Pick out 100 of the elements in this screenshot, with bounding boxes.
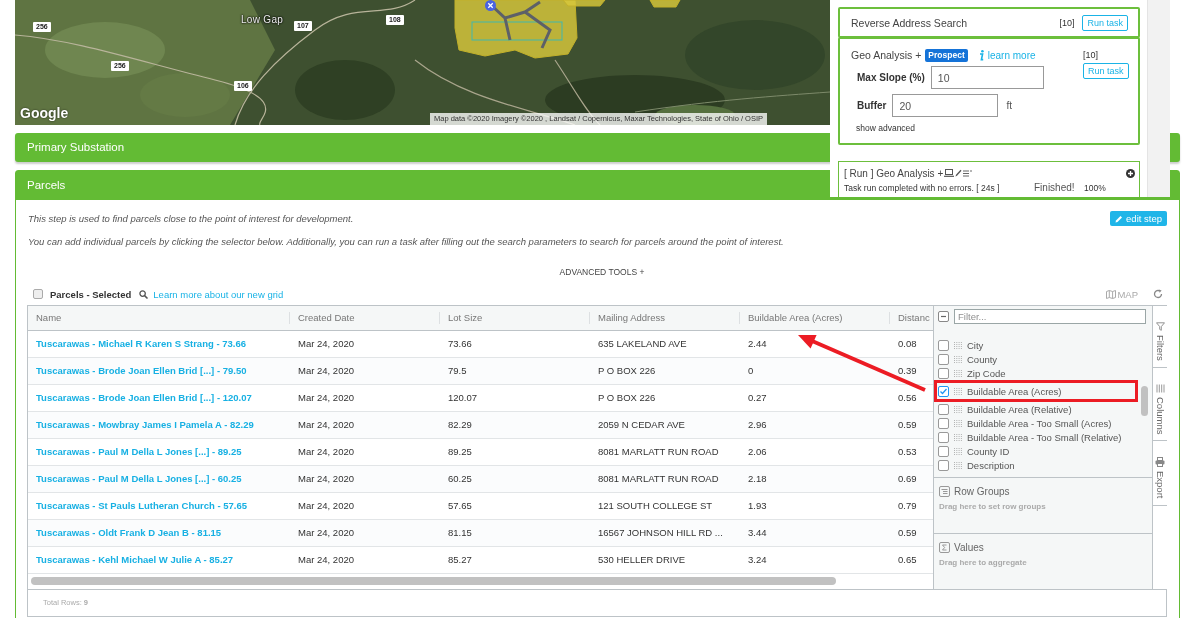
table-cell: 635 LAKELAND AVE xyxy=(598,338,687,349)
scrollbar-thumb[interactable] xyxy=(1141,386,1148,416)
parcel-name-link[interactable]: Tuscarawas - Kehl Michael W Julie A - 85.27 xyxy=(36,554,234,565)
table-cell: 0.59 xyxy=(898,419,917,430)
column-checkbox[interactable] xyxy=(938,339,949,351)
table-cell: 81.15 xyxy=(448,527,472,538)
run-task-button[interactable]: Run task xyxy=(1082,14,1128,31)
column-header[interactable]: Buildable Area (Acres) xyxy=(740,306,890,330)
column-name[interactable]: Buildable Area - Too Small (Relative) xyxy=(967,431,1122,443)
table-cell: 0.56 xyxy=(898,392,917,403)
column-header[interactable]: Name xyxy=(28,306,290,330)
table-cell: 2059 N CEDAR AVE xyxy=(598,419,685,430)
table-cell: 0.79 xyxy=(898,500,917,511)
column-name[interactable]: Buildable Area (Relative) xyxy=(967,403,1072,415)
drop-zone-hint: Drag here to set row groups xyxy=(939,502,1047,511)
drag-handle-icon[interactable] xyxy=(954,387,962,395)
table-cell: P O BOX 226 xyxy=(598,392,656,403)
list-icon[interactable] xyxy=(963,169,973,177)
unit-label: ft xyxy=(1006,100,1012,111)
column-name[interactable]: County ID xyxy=(967,445,1010,457)
pencil-icon[interactable] xyxy=(955,169,963,177)
map-icon xyxy=(1106,289,1117,299)
input-field[interactable]: 10 xyxy=(930,66,1044,89)
search-icon[interactable] xyxy=(139,289,149,299)
column-checkbox[interactable] xyxy=(938,367,949,379)
drag-handle-icon[interactable] xyxy=(954,369,962,377)
plus-circle-icon[interactable] xyxy=(1126,168,1135,178)
column-checkbox[interactable] xyxy=(938,353,949,365)
filter-icon xyxy=(1155,322,1165,331)
table-cell: 8081 MARLATT RUN ROAD xyxy=(598,446,719,457)
drag-handle-icon[interactable] xyxy=(954,433,962,441)
map-button[interactable]: MAP xyxy=(1106,288,1138,300)
advanced-tools-toggle[interactable]: ADVANCED TOOLS + xyxy=(559,265,645,279)
show-advanced-link[interactable]: show advanced xyxy=(851,123,1083,133)
parcel-name-link[interactable]: Tuscarawas - Brode Joan Ellen Brid [...] - 79.50 xyxy=(36,365,247,376)
column-name[interactable]: County xyxy=(967,353,998,365)
column-name[interactable]: Buildable Area - Too Small (Acres) xyxy=(967,417,1112,429)
column-name[interactable]: Buildable Area (Acres) xyxy=(967,385,1062,397)
edit-step-button[interactable]: edit step xyxy=(1110,211,1167,226)
table-cell: 79.5 xyxy=(448,365,467,376)
sigma-icon xyxy=(939,542,950,553)
place-label: Low Gap xyxy=(241,14,284,26)
drag-handle-icon[interactable] xyxy=(954,341,962,349)
drag-handle-icon[interactable] xyxy=(954,447,962,455)
run-task-button[interactable]: Run task xyxy=(1083,63,1129,79)
info-icon[interactable] xyxy=(978,49,984,61)
column-header[interactable]: Created Date xyxy=(290,306,440,330)
parcel-name-link[interactable]: Tuscarawas - St Pauls Lutheran Church - 57.65 xyxy=(36,500,247,511)
table-cell: 3.44 xyxy=(748,527,767,538)
table-cell: 2.18 xyxy=(748,473,767,484)
table-cell: Mar 24, 2020 xyxy=(298,446,354,457)
table-cell: 60.25 xyxy=(448,473,472,484)
parcel-name-link[interactable]: Tuscarawas - Michael R Karen S Strang - 73.66 xyxy=(36,338,246,349)
table-cell: 0.27 xyxy=(748,392,767,403)
column-name[interactable]: City xyxy=(967,339,984,351)
column-checkbox[interactable] xyxy=(938,403,949,415)
table-cell: 121 SOUTH COLLEGE ST xyxy=(598,500,713,511)
column-header[interactable]: Lot Size xyxy=(440,306,590,330)
select-all-columns-checkbox[interactable] xyxy=(938,311,949,322)
table-cell: Mar 24, 2020 xyxy=(298,527,354,538)
parcel-name-link[interactable]: Tuscarawas - Brode Joan Ellen Brid [...] - 120.07 xyxy=(36,392,252,403)
learn-more-link[interactable]: learn more xyxy=(987,49,1036,61)
grid-title: Parcels - Selected xyxy=(50,288,132,300)
parcel-name-link[interactable]: Tuscarawas - Mowbray James I Pamela A - 82.29 xyxy=(36,419,254,430)
drag-handle-icon[interactable] xyxy=(954,461,962,469)
column-checkbox[interactable] xyxy=(938,431,949,443)
refresh-icon[interactable] xyxy=(1153,289,1163,299)
input-field[interactable]: 20 xyxy=(892,94,999,117)
help-link[interactable]: Learn more about our new grid xyxy=(153,288,284,300)
scrollbar-thumb[interactable] xyxy=(31,577,836,585)
log-message: Task run completed with no errors. [ 24s ] xyxy=(844,182,1001,193)
table-cell: Mar 24, 2020 xyxy=(298,365,354,376)
table-cell: Mar 24, 2020 xyxy=(298,500,354,511)
table-cell: 2.96 xyxy=(748,419,767,430)
column-header[interactable]: Mailing Address xyxy=(590,306,740,330)
column-name[interactable]: Description xyxy=(967,459,1015,471)
map-logo: Google xyxy=(20,106,69,121)
select-all-checkbox[interactable] xyxy=(33,289,43,299)
table-cell: 8081 MARLATT RUN ROAD xyxy=(598,473,719,484)
log-percent: 100% xyxy=(1084,182,1106,193)
parcel-name-link[interactable]: Tuscarawas - Oldt Frank D Jean B - 81.15 xyxy=(36,527,222,538)
drag-handle-icon[interactable] xyxy=(954,419,962,427)
filter-field[interactable]: Filter... xyxy=(954,309,1146,324)
parcel-name-link[interactable]: Tuscarawas - Paul M Della L Jones [...] - 89.25 xyxy=(36,446,242,457)
satellite-map-drawing[interactable] xyxy=(15,0,830,125)
column-checkbox[interactable] xyxy=(938,459,949,471)
laptop-icon[interactable] xyxy=(944,169,955,177)
table-cell: 3.24 xyxy=(748,554,767,565)
field-label: Buffer xyxy=(857,100,887,111)
column-checkbox[interactable] xyxy=(938,385,949,397)
column-checkbox[interactable] xyxy=(938,417,949,429)
drag-handle-icon[interactable] xyxy=(954,405,962,413)
drag-handle-icon[interactable] xyxy=(954,355,962,363)
table-cell: 57.65 xyxy=(448,500,472,511)
parcel-name-link[interactable]: Tuscarawas - Paul M Della L Jones [...] - 60.25 xyxy=(36,473,242,484)
column-name[interactable]: Zip Code xyxy=(967,367,1006,379)
table-cell: 0.59 xyxy=(898,527,917,538)
table-cell: 85.27 xyxy=(448,554,472,565)
column-checkbox[interactable] xyxy=(938,445,949,457)
column-header[interactable]: Distanc xyxy=(890,306,933,330)
